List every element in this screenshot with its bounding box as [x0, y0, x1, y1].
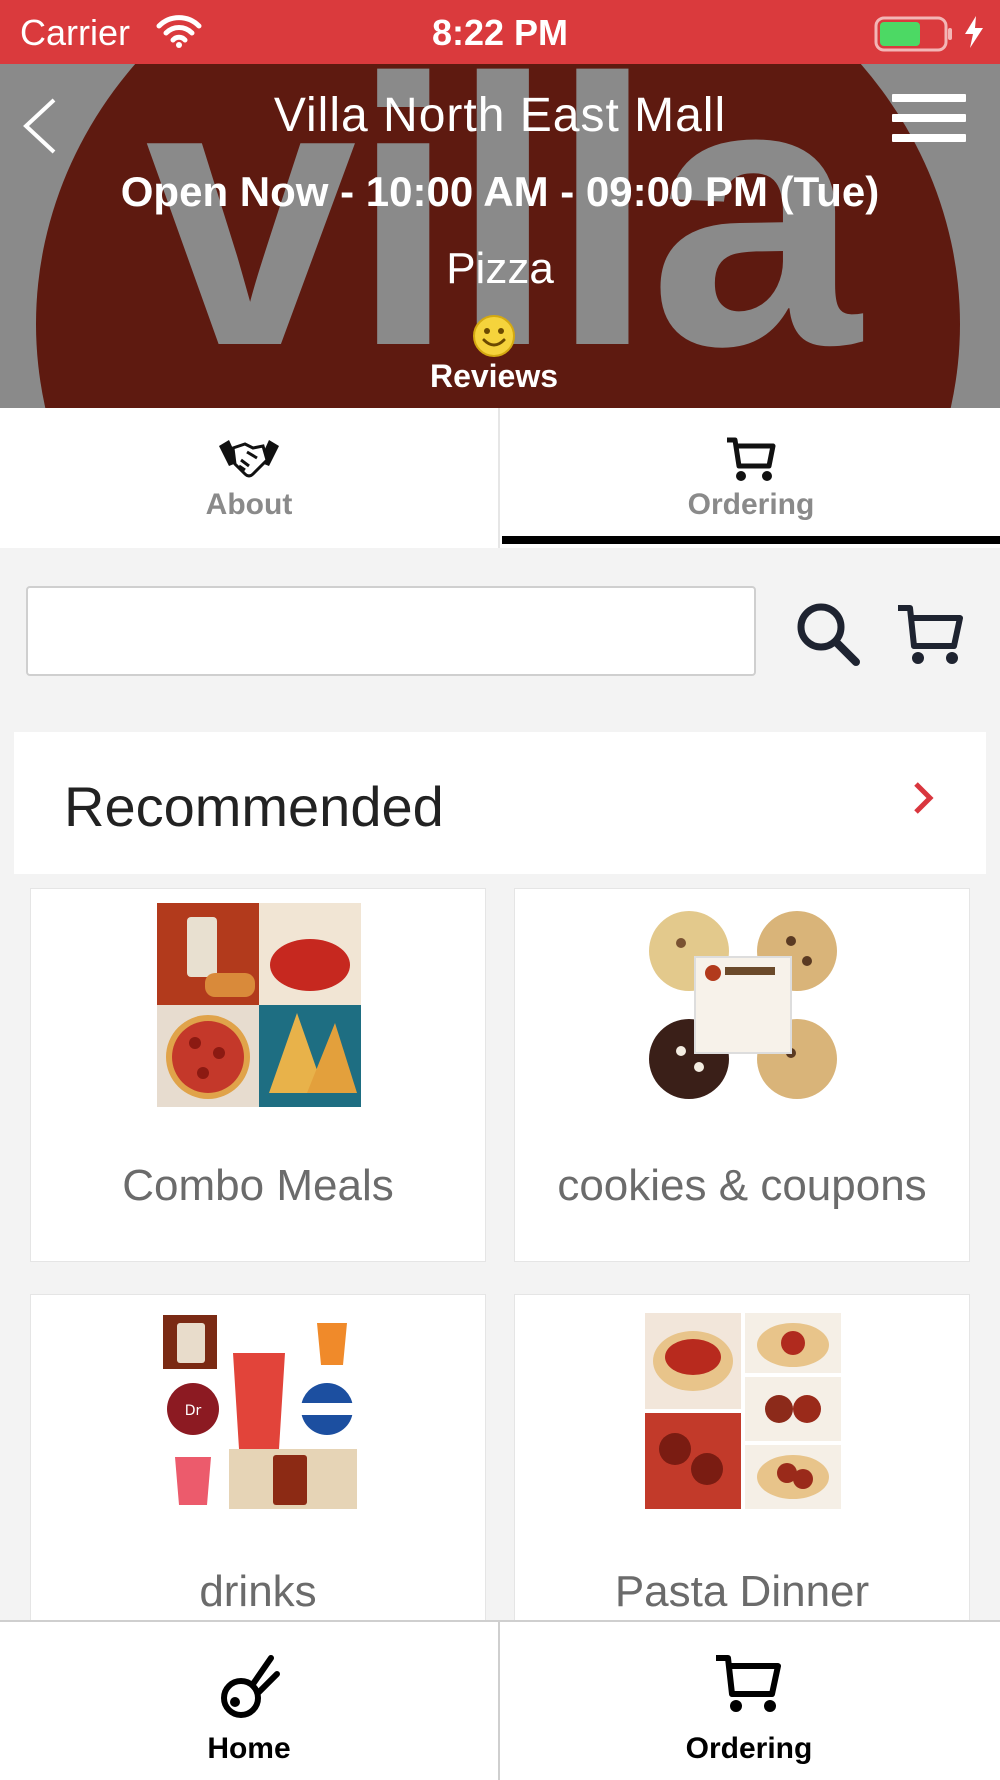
tab-about[interactable]: About [0, 408, 500, 548]
active-tab-indicator [502, 536, 1000, 544]
tab-about-label: About [205, 488, 293, 521]
drinks-image: Dr [157, 1309, 361, 1513]
cart-icon [500, 1650, 998, 1721]
tab-ordering[interactable]: Ordering [502, 408, 1000, 548]
product-card-label: Pasta Dinner [614, 1567, 870, 1616]
product-card[interactable]: Dr drinks [30, 1294, 486, 1668]
bottom-navigation: Home Ordering [0, 1620, 1000, 1780]
bottom-nav-ordering[interactable]: Ordering [500, 1622, 998, 1780]
store-header: villa Villa North East Mall Open Now - 1… [0, 64, 1000, 408]
cookies-image [641, 903, 845, 1107]
combo-meals-image [157, 903, 361, 1107]
status-time: 8:22 PM [431, 12, 569, 53]
chevron-right-icon [910, 778, 938, 823]
reviews-link[interactable]: Reviews [0, 358, 988, 395]
menu-icon [892, 94, 966, 142]
bottom-nav-home-label: Home [207, 1732, 291, 1765]
bottom-nav-ordering-label: Ordering [685, 1732, 813, 1765]
home-icon [0, 1650, 498, 1725]
cuisine-label: Pizza [446, 244, 554, 293]
search-icon [797, 603, 860, 666]
bottom-nav-home[interactable]: Home [0, 1622, 500, 1780]
recommended-section-header[interactable]: Recommended [14, 732, 986, 874]
opening-hours: Open Now - 10:00 AM - 09:00 PM (Tue) [120, 168, 880, 215]
cart-icon [502, 436, 1000, 487]
charging-icon [962, 14, 986, 55]
pasta-dinner-image [641, 1309, 845, 1513]
tab-ordering-label: Ordering [687, 488, 815, 521]
product-card-label: drinks [199, 1567, 317, 1616]
handshake-icon [0, 436, 498, 485]
recommended-title: Recommended [64, 775, 444, 838]
product-card[interactable]: cookies & coupons [514, 888, 970, 1262]
product-card-label: Combo Meals [122, 1161, 394, 1210]
search-button[interactable] [794, 600, 862, 668]
svg-text:Dr: Dr [185, 1403, 202, 1419]
smiley-icon [472, 314, 516, 363]
battery-icon [874, 16, 954, 57]
product-card[interactable]: Pasta Dinner [514, 1294, 970, 1668]
hamburger-menu-button[interactable] [892, 94, 966, 150]
product-card-label: cookies & coupons [557, 1161, 927, 1210]
search-input[interactable] [26, 586, 756, 676]
status-bar: Carrier 8:22 PM [0, 0, 1000, 64]
cart-button[interactable] [896, 598, 966, 668]
store-name: Villa North East Mall [273, 89, 727, 142]
cart-icon [898, 605, 963, 664]
store-tabs: About Ordering [0, 408, 1000, 548]
product-card[interactable]: Combo Meals [30, 888, 486, 1262]
